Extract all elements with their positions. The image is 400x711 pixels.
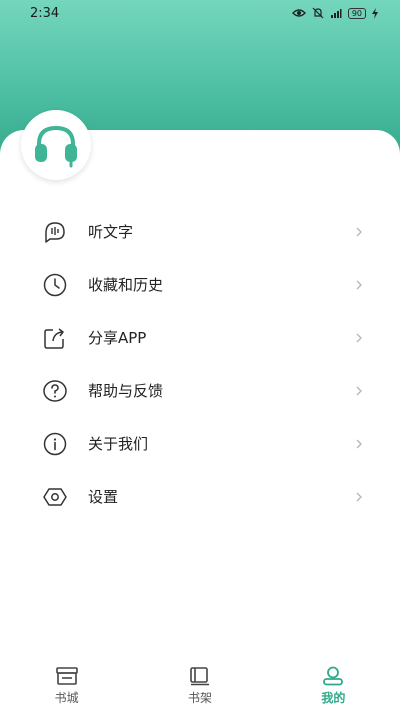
tab-label: 书城 [54, 691, 79, 705]
help-icon [42, 378, 68, 404]
share-icon [42, 325, 68, 351]
menu-item-label: 收藏和历史 [88, 276, 164, 294]
listen-speech-icon [42, 219, 68, 245]
chevron-right-icon [356, 333, 362, 342]
tab-label: 书架 [187, 691, 212, 705]
bookshelf-icon [190, 667, 209, 686]
charging-icon [372, 7, 378, 19]
menu-item-about-us[interactable]: 关于我们 [0, 417, 400, 470]
status-time: 2:34 [30, 5, 60, 21]
tab-mine[interactable]: 我的 [267, 660, 400, 711]
menu-item-share-app[interactable]: 分享APP [0, 311, 400, 364]
eye-icon [291, 9, 306, 17]
headphones-icon [35, 125, 77, 168]
menu-item-settings[interactable]: 设置 [0, 470, 400, 523]
menu-item-label: 设置 [88, 488, 119, 506]
menu-item-listen-text[interactable]: 听文字 [0, 205, 400, 258]
signal-icon [330, 8, 342, 18]
bottom-tab-bar: 书城 书架 我的 [0, 660, 400, 711]
menu-item-label: 关于我们 [88, 435, 149, 453]
hexagon-settings-icon [42, 484, 68, 510]
tab-label: 我的 [321, 691, 346, 705]
chevron-right-icon [356, 492, 362, 501]
menu-item-help-feedback[interactable]: 帮助与反馈 [0, 364, 400, 417]
status-icons: 90 [291, 7, 378, 19]
menu-item-favorites-history[interactable]: 收藏和历史 [0, 258, 400, 311]
menu-item-label: 听文字 [88, 223, 134, 241]
mute-icon [312, 7, 324, 19]
avatar[interactable] [21, 110, 91, 180]
menu-item-label: 帮助与反馈 [88, 382, 164, 400]
chevron-right-icon [356, 280, 362, 289]
tab-bookstore[interactable]: 书城 [0, 660, 133, 711]
chevron-right-icon [356, 227, 362, 236]
profile-icon [323, 666, 344, 686]
clock-icon [42, 272, 68, 298]
bookstore-icon [55, 667, 78, 685]
menu-list: 听文字 收藏和历史 分享APP 帮助与反馈 关于我们 设置 [0, 205, 400, 523]
chevron-right-icon [356, 439, 362, 448]
status-bar: 2:34 90 [0, 0, 400, 26]
menu-item-label: 分享APP [88, 329, 147, 347]
chevron-right-icon [356, 386, 362, 395]
tab-bookshelf[interactable]: 书架 [133, 660, 266, 711]
battery-indicator: 90 [347, 7, 366, 19]
info-icon [42, 431, 68, 457]
